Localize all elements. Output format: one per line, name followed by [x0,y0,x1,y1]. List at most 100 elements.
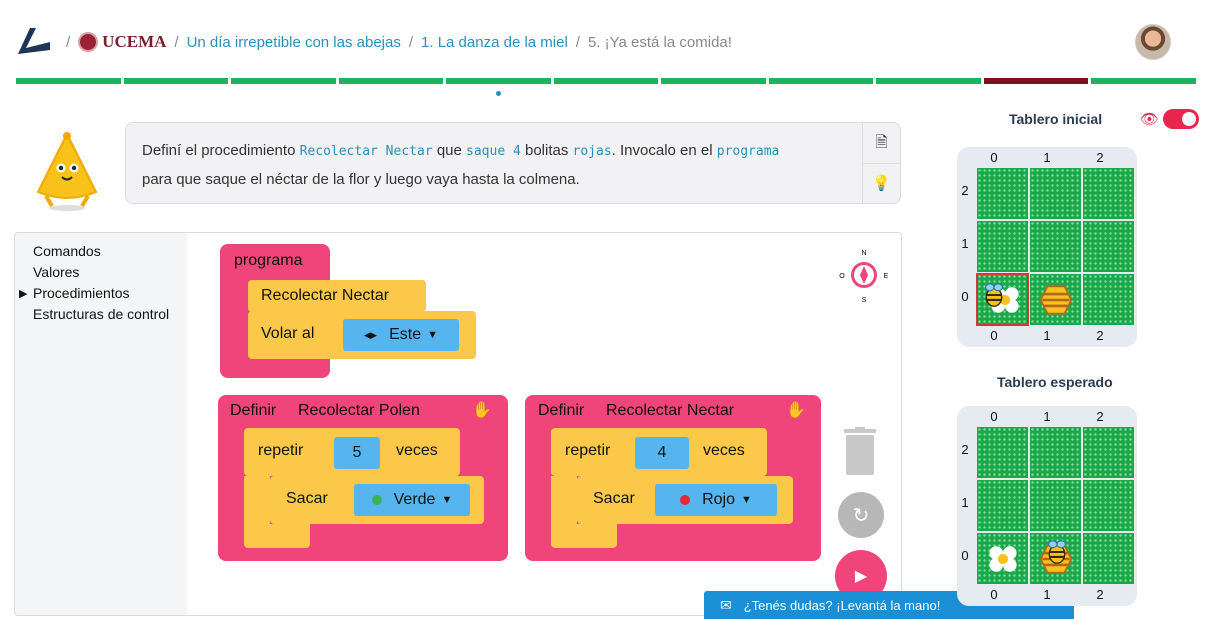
board-cell [1030,274,1081,325]
remove-ball-block[interactable]: Sacar Rojo ▼ [577,476,793,524]
column-label: 0 [990,409,998,424]
repeat-count-input[interactable]: 5 [334,437,380,469]
green-ball-icon [371,495,382,505]
progress-segment[interactable] [446,78,551,84]
progress-bar [16,78,1197,84]
expected-board: 001122221100 [957,406,1137,606]
trash-icon[interactable] [842,427,878,477]
row-label: 2 [961,183,969,198]
red-ball-icon [680,495,691,505]
toolbox-category-valores[interactable]: Valores [15,262,187,283]
initial-board: 001122221100 [957,147,1137,347]
toggle-switch[interactable] [1163,109,1200,129]
board-cell [1030,221,1081,272]
expected-board-title: Tablero esperado [997,374,1113,390]
board-cell [1030,427,1081,478]
avatar[interactable] [1135,24,1171,60]
board-cell [1030,533,1081,584]
chevron-down-icon: ▼ [741,494,752,506]
header: / UCEMA / Un día irrepetible con las abe… [0,0,1207,80]
instructions-bubble: Definí el procedimiento Recolectar Necta… [125,122,901,204]
call-block[interactable]: Recolectar Nectar [248,280,426,312]
toolbox-category-procedimientos[interactable]: Procedimientos [15,283,187,304]
seal-icon [78,32,99,52]
call-label: Recolectar Nectar [261,287,390,304]
board-cell [977,480,1028,531]
direction-dropdown[interactable]: ◂▸ Este ▼ [343,319,459,351]
board-cell [976,273,1029,326]
chevron-down-icon: ▼ [427,329,438,341]
board-cell [1083,533,1134,584]
board-cell [1083,168,1134,219]
column-label: 1 [1043,409,1051,424]
breadcrumb-link-book[interactable]: Un día irrepetible con las abejas [187,34,401,51]
program-title: programa [234,252,303,269]
column-label: 2 [1096,587,1104,602]
define-label: Definir [538,402,585,419]
envelope-icon: ✉ [720,596,732,613]
eye-icon: 👁 [1140,111,1160,128]
compass-icon: N S O E [839,250,889,303]
document-icon[interactable]: 🗎 [863,123,900,163]
toolbox-category-comandos[interactable]: Comandos [15,241,187,262]
progress-segment[interactable] [1091,78,1197,84]
column-label: 2 [1096,409,1104,424]
reset-button[interactable]: ↻ [838,492,884,538]
define-name: Recolectar Nectar [606,402,735,419]
progress-segment[interactable] [553,78,659,84]
board-cell [1030,168,1081,219]
progress-segment[interactable] [231,78,336,84]
toolbox-category-estructuras[interactable]: Estructuras de control [15,304,187,325]
progress-indicator [496,91,501,96]
svg-text:E: E [884,273,889,280]
row-label: 1 [961,236,969,251]
move-block[interactable]: Volar al ◂▸ Este ▼ [248,311,476,359]
board-cell [1083,427,1134,478]
row-label: 1 [961,495,969,510]
board-cell [1083,274,1134,325]
progress-segment[interactable] [661,78,766,84]
toolbox: Comandos Valores Procedimientos Estructu… [15,233,187,615]
lightbulb-icon[interactable]: 💡 [863,163,900,203]
board-cell [977,221,1028,272]
reset-icon: ↻ [852,504,870,527]
column-label: 0 [990,150,998,165]
repeat-count-input[interactable]: 4 [635,437,689,469]
repeat-block[interactable]: repetir 5 veces [244,428,460,476]
help-text: ¿Tenés dudas? ¡Levantá la mano! [743,597,941,613]
progress-segment[interactable] [983,78,1089,84]
board-cell [977,427,1028,478]
color-dropdown[interactable]: Verde ▼ [354,484,470,516]
initial-board-title: Tablero inicial [1009,111,1103,127]
grab-hand-icon[interactable]: ✋ [786,400,806,420]
progress-segment[interactable] [16,78,121,84]
app-logo[interactable] [16,24,52,56]
column-label: 0 [990,328,998,343]
direction-arrows-icon: ◂▸ [364,327,378,342]
color-dropdown[interactable]: Rojo ▼ [655,484,777,516]
board-cell [977,168,1028,219]
define-label: Definir [230,402,277,419]
show-expected-toggle[interactable]: 👁 [1140,109,1200,129]
progress-segment[interactable] [876,78,981,84]
column-label: 1 [1043,328,1051,343]
grab-hand-icon[interactable]: ✋ [472,400,492,420]
repeat-block[interactable]: repetir 4 veces [551,428,767,476]
board-cell [1083,221,1134,272]
column-label: 0 [990,587,998,602]
define-name: Recolectar Polen [298,402,420,419]
row-label: 0 [961,289,969,304]
svg-text:N: N [861,250,866,257]
progress-segment[interactable] [338,78,444,84]
move-label: Volar al [261,325,315,342]
row-label: 0 [961,548,969,563]
board-cell [977,533,1028,584]
breadcrumb-link-chapter[interactable]: 1. La danza de la miel [421,34,568,51]
breadcrumb: / UCEMA / Un día irrepetible con las abe… [66,32,732,52]
bubble-tools: 🗎 💡 [862,123,900,203]
progress-segment[interactable] [768,78,874,84]
board-cell [1030,480,1081,531]
progress-segment[interactable] [123,78,229,84]
org-logo[interactable]: UCEMA [78,32,166,52]
remove-ball-block[interactable]: Sacar Verde ▼ [270,476,484,524]
